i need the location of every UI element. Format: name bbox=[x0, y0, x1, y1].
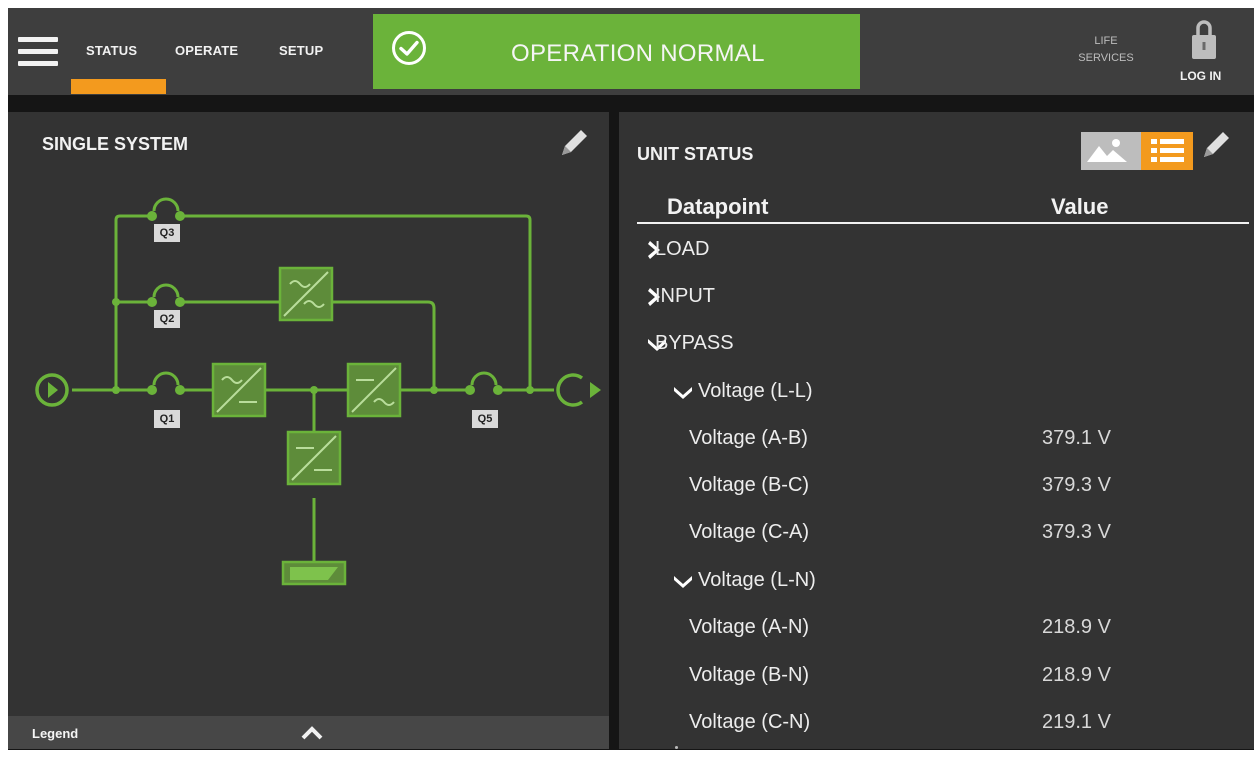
life-services-line-2: SERVICES bbox=[1078, 52, 1134, 64]
chevron-down-icon[interactable] bbox=[672, 383, 694, 405]
breaker-label-q3[interactable]: Q3 bbox=[154, 224, 180, 242]
scroll-indicator bbox=[675, 746, 678, 749]
datapoint-row: Voltage (C-N) 219.1 V bbox=[619, 708, 1254, 750]
header-divider bbox=[637, 222, 1249, 224]
datapoint-value: 219.1 V bbox=[1042, 711, 1111, 733]
datapoint-label: Voltage (C-N) bbox=[689, 711, 811, 733]
one-line-diagram bbox=[35, 197, 601, 586]
column-header-datapoint[interactable]: Datapoint bbox=[667, 194, 768, 220]
tree-group-row[interactable]: INPUT bbox=[619, 282, 1254, 326]
datapoint-row: Voltage (B-C) 379.3 V bbox=[619, 471, 1254, 515]
top-bar: STATUS OPERATE SETUP OPERATION NORMAL LI… bbox=[8, 8, 1254, 95]
datapoint-label: Voltage (L-N) bbox=[698, 569, 816, 591]
datapoint-label: Voltage (A-B) bbox=[689, 427, 808, 449]
datapoint-label: INPUT bbox=[655, 285, 715, 307]
datapoint-row: Voltage (A-B) 379.1 V bbox=[619, 424, 1254, 468]
datapoint-value: 218.9 V bbox=[1042, 616, 1111, 638]
breaker-label-q1[interactable]: Q1 bbox=[154, 410, 180, 428]
breaker-label-q5[interactable]: Q5 bbox=[472, 410, 498, 428]
life-services-link[interactable]: LIFE SERVICES bbox=[1066, 33, 1146, 67]
datapoint-label: Voltage (C-A) bbox=[689, 521, 810, 543]
active-tab-indicator bbox=[71, 79, 166, 94]
datapoint-value: 379.1 V bbox=[1042, 427, 1111, 449]
datapoint-label: BYPASS bbox=[655, 332, 734, 354]
chevron-up-icon[interactable] bbox=[301, 726, 323, 740]
single-system-panel: SINGLE SYSTEM Q3 Q2 Q1 Q5 Legend bbox=[8, 112, 609, 749]
legend-bar[interactable]: Legend bbox=[8, 716, 609, 749]
legend-label: Legend bbox=[32, 726, 79, 741]
tree-group-row[interactable]: BYPASS bbox=[619, 329, 1254, 373]
datapoint-label: Voltage (B-N) bbox=[689, 664, 810, 686]
list-view-icon[interactable] bbox=[1141, 132, 1193, 170]
tree-group-row[interactable]: Voltage (L-L) bbox=[619, 377, 1254, 421]
datapoint-value: 379.3 V bbox=[1042, 474, 1111, 496]
datapoint-label: LOAD bbox=[655, 238, 710, 260]
datapoint-row: Voltage (B-N) 218.9 V bbox=[619, 661, 1254, 705]
datapoint-row: Voltage (C-A) 379.3 V bbox=[619, 518, 1254, 562]
datapoint-label: Voltage (A-N) bbox=[689, 616, 810, 638]
diagram-view-icon[interactable] bbox=[1081, 132, 1133, 170]
check-circle-icon bbox=[392, 31, 426, 65]
app-frame: STATUS OPERATE SETUP OPERATION NORMAL LI… bbox=[8, 8, 1254, 750]
edit-pencil-icon[interactable] bbox=[1199, 128, 1233, 162]
datapoint-row: Voltage (A-N) 218.9 V bbox=[619, 613, 1254, 657]
chevron-down-icon[interactable] bbox=[672, 572, 694, 594]
datapoint-label: Voltage (B-C) bbox=[689, 474, 810, 496]
tree-group-row[interactable]: Voltage (L-N) bbox=[619, 566, 1254, 610]
tab-operate[interactable]: OPERATE bbox=[175, 43, 238, 58]
column-header-value[interactable]: Value bbox=[1051, 194, 1108, 220]
status-banner[interactable]: OPERATION NORMAL bbox=[373, 14, 860, 89]
datapoint-label: Voltage (L-L) bbox=[698, 380, 813, 402]
breaker-label-q2[interactable]: Q2 bbox=[154, 310, 180, 328]
tree-group-row[interactable]: LOAD bbox=[619, 235, 1254, 279]
datapoint-value: 218.9 V bbox=[1042, 664, 1111, 686]
life-services-line-1: LIFE bbox=[1094, 35, 1118, 47]
panel-title-unit-status: UNIT STATUS bbox=[637, 144, 754, 164]
login-button[interactable]: LOG IN bbox=[1180, 69, 1221, 83]
datapoint-value: 379.3 V bbox=[1042, 521, 1111, 543]
hamburger-menu-icon[interactable] bbox=[18, 32, 60, 68]
tab-status[interactable]: STATUS bbox=[86, 43, 137, 58]
status-text: OPERATION NORMAL bbox=[511, 40, 765, 67]
view-toggle bbox=[1081, 132, 1193, 170]
lock-icon[interactable] bbox=[1191, 18, 1217, 60]
tab-setup[interactable]: SETUP bbox=[279, 43, 323, 58]
unit-status-panel: UNIT STATUS Datapoint Value LOAD INPUT BYP… bbox=[619, 112, 1254, 749]
